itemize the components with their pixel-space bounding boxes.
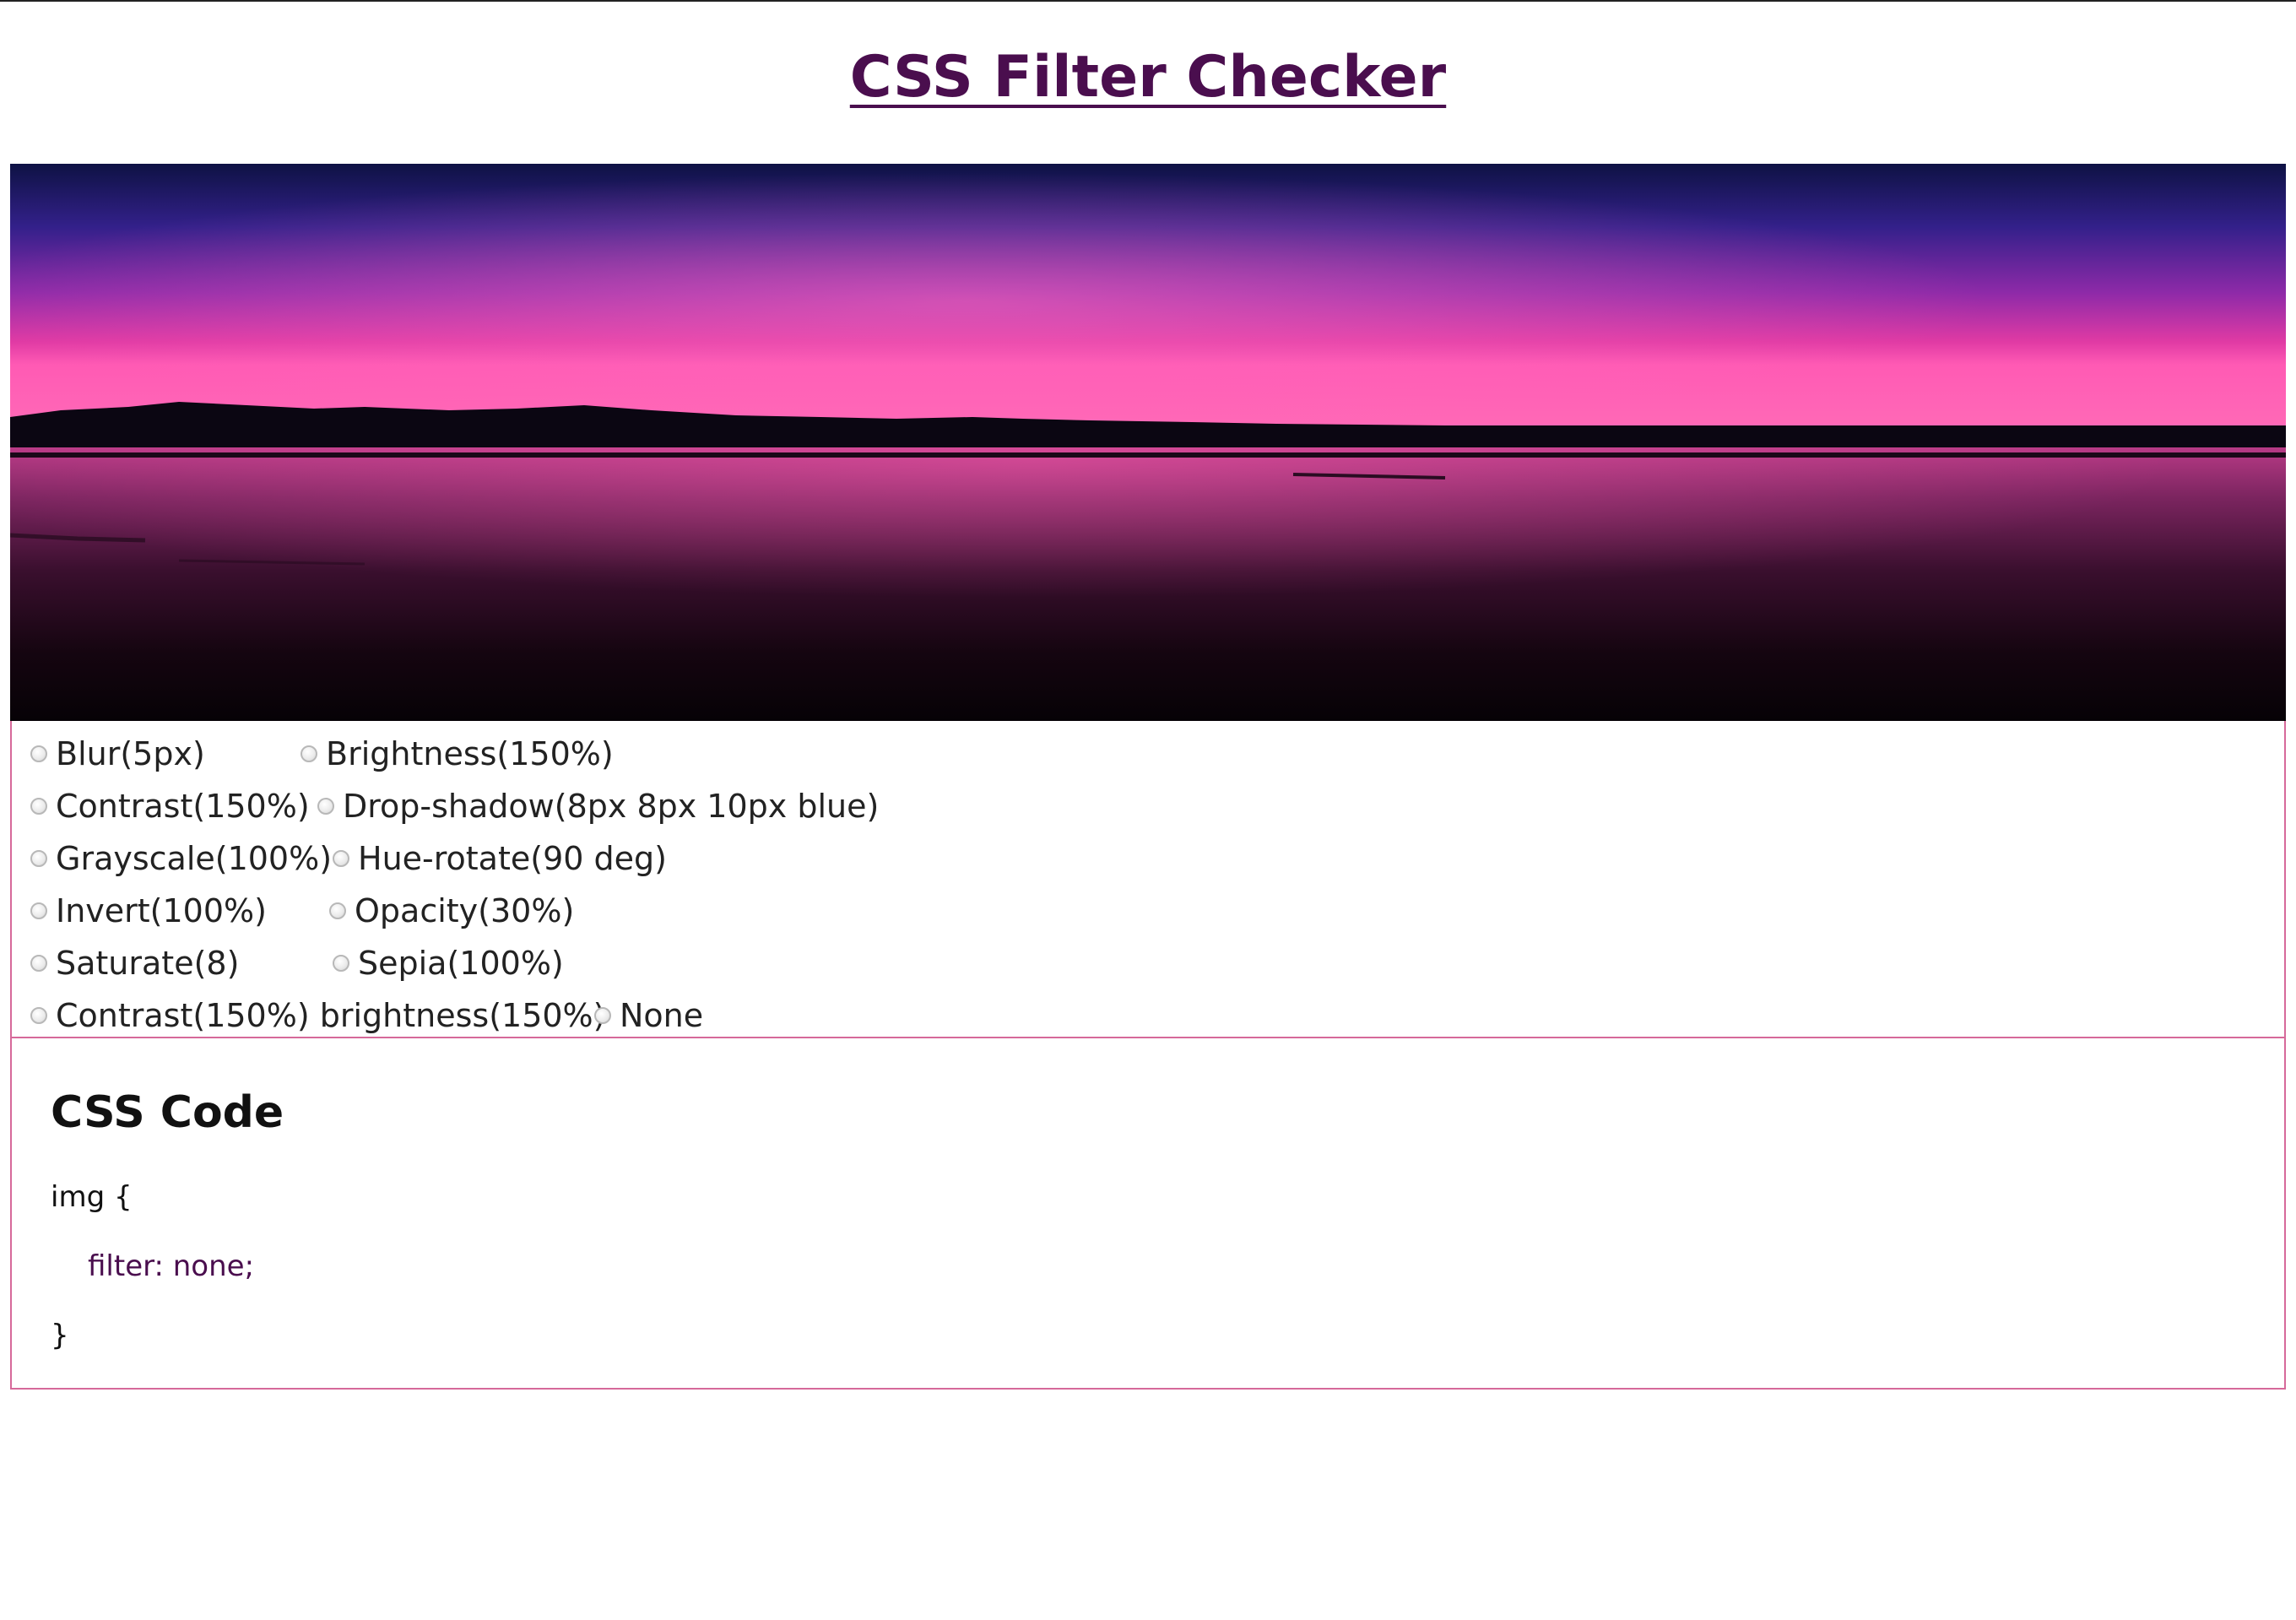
filter-option-label: Contrast(150%) [56,788,310,825]
code-filter-rule: filter: none; [88,1249,255,1283]
filter-option[interactable]: Hue-rotate(90 deg) [333,837,667,880]
radio-button[interactable] [30,850,47,867]
filter-option[interactable]: Saturate(8) [30,941,239,985]
radio-button[interactable] [317,798,334,815]
filter-option-label: Contrast(150%) brightness(150%) [56,997,606,1034]
code-heading: CSS Code [51,1087,284,1138]
code-close-brace: } [51,1319,69,1352]
filter-option-label: Saturate(8) [56,945,240,982]
filter-option[interactable]: None [594,994,703,1038]
filter-option[interactable]: Grayscale(100%) [30,837,332,880]
filter-option[interactable]: Drop-shadow(8px 8px 10px blue) [317,784,879,828]
radio-button[interactable] [30,798,47,815]
filter-option-label: Sepia(100%) [358,945,564,982]
filter-options-panel: Blur(5px) Brightness(150%) Contrast(150%) D… [10,721,2286,1038]
filter-option-label: Blur(5px) [56,735,205,772]
filter-option[interactable]: Sepia(100%) [333,941,564,985]
filter-option[interactable]: Blur(5px) [30,732,205,776]
radio-button[interactable] [30,955,47,972]
filter-option-label: Invert(100%) [56,892,267,929]
filter-option-label: None [620,997,704,1034]
filter-option-label: Brightness(150%) [326,735,614,772]
filter-option-label: Opacity(30%) [355,892,575,929]
code-open-brace: img { [51,1180,133,1214]
radio-button[interactable] [333,955,349,972]
css-code-panel: CSS Code img { filter: none; } [10,1037,2286,1390]
preview-image [10,164,2286,721]
filter-option[interactable]: Invert(100%) [30,889,267,933]
filter-option[interactable]: Brightness(150%) [301,732,614,776]
page-title: CSS Filter Checker [849,44,1447,111]
filter-option-label: Grayscale(100%) [56,840,333,877]
filter-option[interactable]: Opacity(30%) [329,889,574,933]
radio-button[interactable] [30,1007,47,1024]
radio-button[interactable] [301,745,317,762]
radio-button[interactable] [329,902,346,919]
radio-button[interactable] [594,1007,611,1024]
radio-button[interactable] [30,902,47,919]
radio-button[interactable] [30,745,47,762]
filter-option[interactable]: Contrast(150%) [30,784,310,828]
top-border [0,0,2296,2]
filter-option[interactable]: Contrast(150%) brightness(150%) [30,994,606,1038]
filter-option-label: Drop-shadow(8px 8px 10px blue) [343,788,880,825]
radio-button[interactable] [333,850,349,867]
filter-option-label: Hue-rotate(90 deg) [358,840,667,877]
